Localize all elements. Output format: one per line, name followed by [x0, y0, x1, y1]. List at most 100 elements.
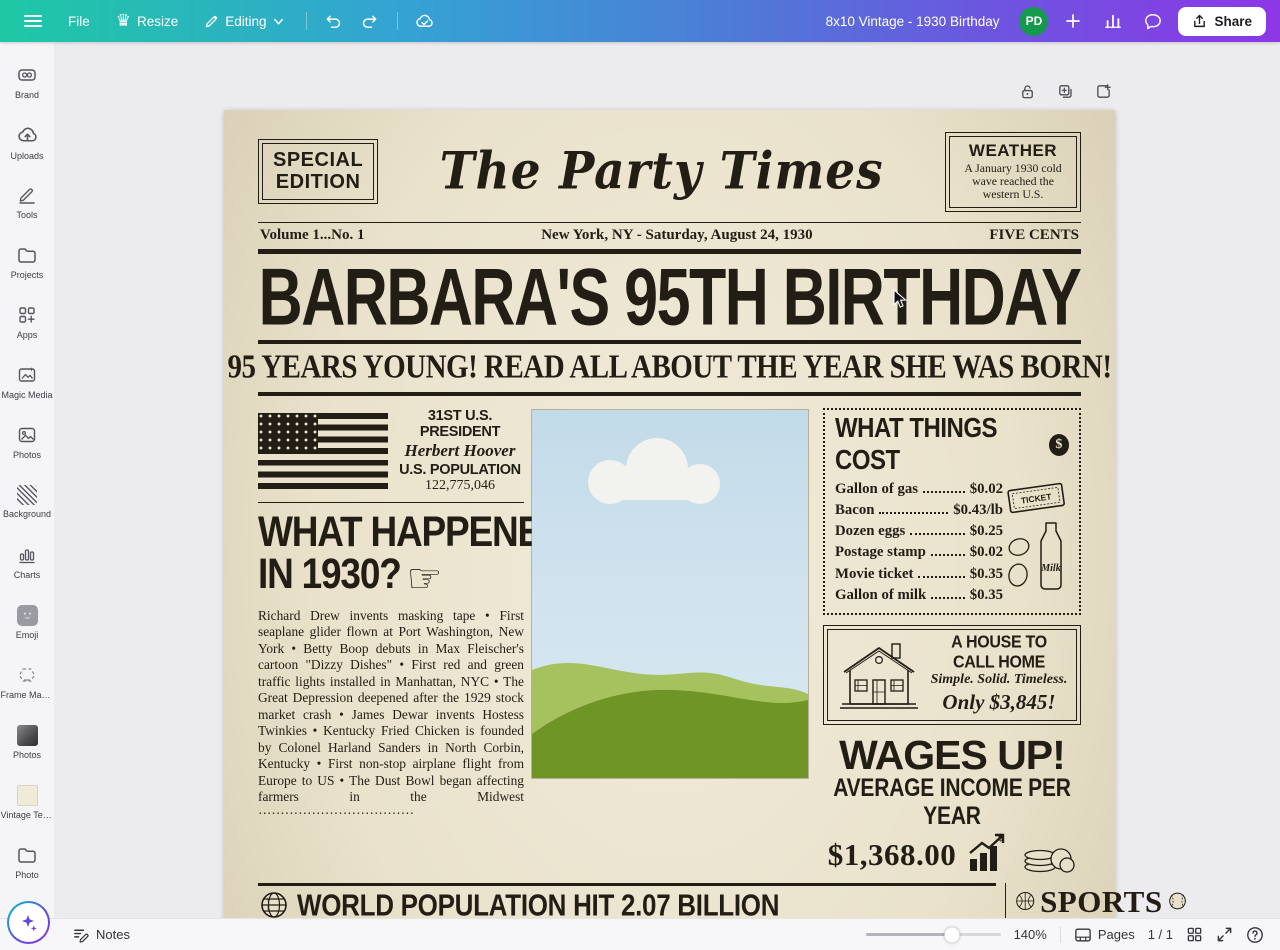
- hills-graphic: [532, 648, 808, 778]
- add-member-button[interactable]: [1058, 6, 1088, 36]
- what-happened-title[interactable]: WHAT HAPPENED IN 1930?☞: [258, 511, 524, 600]
- house-box[interactable]: A HOUSE TO CALL HOME Simple. Solid. Time…: [823, 625, 1081, 725]
- weather-box[interactable]: WEATHER A January 1930 cold wave reached…: [945, 132, 1081, 212]
- wages-subtitle: AVERAGE INCOME PER YEAR: [823, 774, 1081, 831]
- bottom-section: WORLD POPULATION HIT 2.07 BILLION NOW DR…: [258, 883, 1081, 918]
- editing-mode-dropdown[interactable]: Editing: [194, 8, 293, 35]
- grid-view-button[interactable]: [1186, 926, 1203, 943]
- dateline: New York, NY - Saturday, August 24, 1930: [364, 227, 989, 244]
- comment-icon: [1144, 12, 1163, 31]
- hamburger-icon: [24, 15, 42, 27]
- sidebar-item-photos[interactable]: Photos: [0, 412, 54, 472]
- cost-item: Bacon$0.43/lb: [835, 502, 1003, 519]
- comments-button[interactable]: [1138, 6, 1168, 36]
- redo-button[interactable]: [355, 6, 385, 36]
- weather-text: A January 1930 cold wave reached the wes…: [954, 162, 1072, 202]
- main-menu-button[interactable]: [14, 9, 52, 33]
- sidebar-item-photos-2[interactable]: Photos: [0, 712, 54, 772]
- redo-icon: [360, 12, 379, 31]
- cost-item-price: $0.25: [970, 523, 1003, 540]
- editing-mode-label: Editing: [225, 14, 266, 29]
- sidebar-item-photo[interactable]: Photo: [0, 832, 54, 892]
- avatar[interactable]: PD: [1019, 7, 1048, 36]
- newspaper-masthead: SPECIAL EDITION The Party Times WEATHER …: [258, 132, 1081, 212]
- photo-placeholder[interactable]: [532, 410, 808, 778]
- ticket-icon: TICKET: [1003, 476, 1069, 516]
- notes-button[interactable]: Notes: [72, 926, 130, 943]
- wages-block[interactable]: WAGES UP! AVERAGE INCOME PER YEAR $1,368…: [823, 733, 1081, 873]
- zoom-level[interactable]: 140%: [1014, 927, 1047, 942]
- us-flag-illustration: [258, 413, 388, 489]
- special-edition-line2: EDITION: [273, 172, 363, 194]
- sidebar-item-brand[interactable]: Brand: [0, 52, 54, 112]
- left-sidebar: Brand Uploads Tools Projects Apps Magic …: [0, 42, 54, 918]
- fullscreen-button[interactable]: [1216, 926, 1233, 943]
- volume-number: Volume 1...No. 1: [260, 227, 364, 244]
- canva-assistant-button[interactable]: [7, 901, 50, 944]
- special-edition-box[interactable]: SPECIAL EDITION: [258, 139, 378, 204]
- vintage-textures-icon: [17, 785, 38, 806]
- design-page[interactable]: SPECIAL EDITION The Party Times WEATHER …: [224, 110, 1115, 918]
- duplicate-page-button[interactable]: [1054, 80, 1076, 102]
- house-icon: [836, 638, 922, 712]
- cost-item-label: Movie ticket: [835, 566, 913, 583]
- sidebar-item-emoji[interactable]: Emoji: [0, 592, 54, 652]
- cloud-graphic: [588, 438, 738, 494]
- subheadline-block[interactable]: 95 YEARS YOUNG! READ ALL ABOUT THE YEAR …: [258, 344, 1081, 396]
- pages-button[interactable]: Pages: [1074, 927, 1135, 943]
- cloud-check-icon: [414, 11, 435, 32]
- president-block[interactable]: 31ST U.S. PRESIDENT Herbert Hoover U.S. …: [258, 408, 524, 503]
- sidebar-item-vintage-textures[interactable]: Vintage Tex...: [0, 772, 54, 832]
- sidebar-item-label: Uploads: [10, 151, 43, 161]
- sidebar-item-apps[interactable]: Apps: [0, 292, 54, 352]
- population-banner[interactable]: WORLD POPULATION HIT 2.07 BILLION: [258, 883, 996, 918]
- svg-text:TICKET: TICKET: [1020, 491, 1053, 505]
- grid-view-icon: [1186, 926, 1203, 943]
- fullscreen-icon: [1216, 926, 1233, 943]
- sidebar-item-projects[interactable]: Projects: [0, 232, 54, 292]
- costs-illustrations: TICKET Milk: [1003, 477, 1069, 604]
- sidebar-item-label: Emoji: [16, 630, 39, 640]
- photos-folder-icon: [17, 725, 38, 746]
- toolbar-divider: [306, 12, 307, 30]
- zoom-slider-handle[interactable]: [944, 927, 959, 942]
- lock-page-button[interactable]: [1016, 80, 1038, 102]
- share-button[interactable]: Share: [1178, 7, 1266, 36]
- wages-amount: $1,368.00: [828, 837, 957, 873]
- cost-item-label: Gallon of milk: [835, 587, 926, 604]
- insights-button[interactable]: [1098, 6, 1128, 36]
- sidebar-item-charts[interactable]: Charts: [0, 532, 54, 592]
- help-button[interactable]: [1246, 926, 1264, 944]
- what-things-cost-box[interactable]: WHAT THINGS COST $ Gallon of gas$0.02 Ba…: [823, 408, 1081, 615]
- cost-item-price: $0.35: [970, 587, 1003, 604]
- background-icon: [17, 485, 37, 505]
- newspaper-title[interactable]: The Party Times: [392, 142, 931, 203]
- top-toolbar: File ♛ Resize Editing 8x10 Vintage - 193…: [0, 0, 1280, 42]
- cost-item: Movie ticket$0.35: [835, 566, 1003, 583]
- sidebar-item-magic-media[interactable]: Magic Media: [0, 352, 54, 412]
- file-menu-button[interactable]: File: [58, 8, 100, 35]
- what-happened-body[interactable]: Richard Drew invents masking tape • Firs…: [258, 608, 524, 823]
- sidebar-item-uploads[interactable]: Uploads: [0, 112, 54, 172]
- sidebar-item-background[interactable]: Background: [0, 472, 54, 532]
- magic-media-icon: [16, 364, 38, 386]
- add-page-button[interactable]: [1092, 80, 1114, 102]
- cost-item: Gallon of milk $0.35: [835, 587, 1003, 604]
- document-title[interactable]: 8x10 Vintage - 1930 Birthday: [826, 14, 1000, 29]
- add-page-icon: [1095, 83, 1112, 100]
- zoom-slider[interactable]: [866, 933, 1001, 936]
- cloud-save-status-button[interactable]: [410, 6, 440, 36]
- sidebar-item-frame-maker[interactable]: Frame Maker: [0, 652, 54, 712]
- headline-block[interactable]: BARBARA'S 95TH BIRTHDAY: [258, 254, 1081, 344]
- sports-highlights-block[interactable]: SPORTS HIGHLIGHTS · ✦ · World Series Cha…: [1005, 883, 1187, 918]
- toolbar-divider: [397, 12, 398, 30]
- content-columns: 31ST U.S. PRESIDENT Herbert Hoover U.S. …: [258, 408, 1081, 873]
- sidebar-item-tools[interactable]: Tools: [0, 172, 54, 232]
- sidebar-item-label: Charts: [14, 570, 41, 580]
- resize-button[interactable]: ♛ Resize: [106, 7, 189, 36]
- undo-button[interactable]: [319, 6, 349, 36]
- charts-icon: [16, 544, 38, 566]
- milk-bottle-icon: Milk: [1036, 519, 1066, 591]
- sidebar-item-label: Frame Maker: [1, 690, 54, 700]
- undo-icon: [324, 12, 343, 31]
